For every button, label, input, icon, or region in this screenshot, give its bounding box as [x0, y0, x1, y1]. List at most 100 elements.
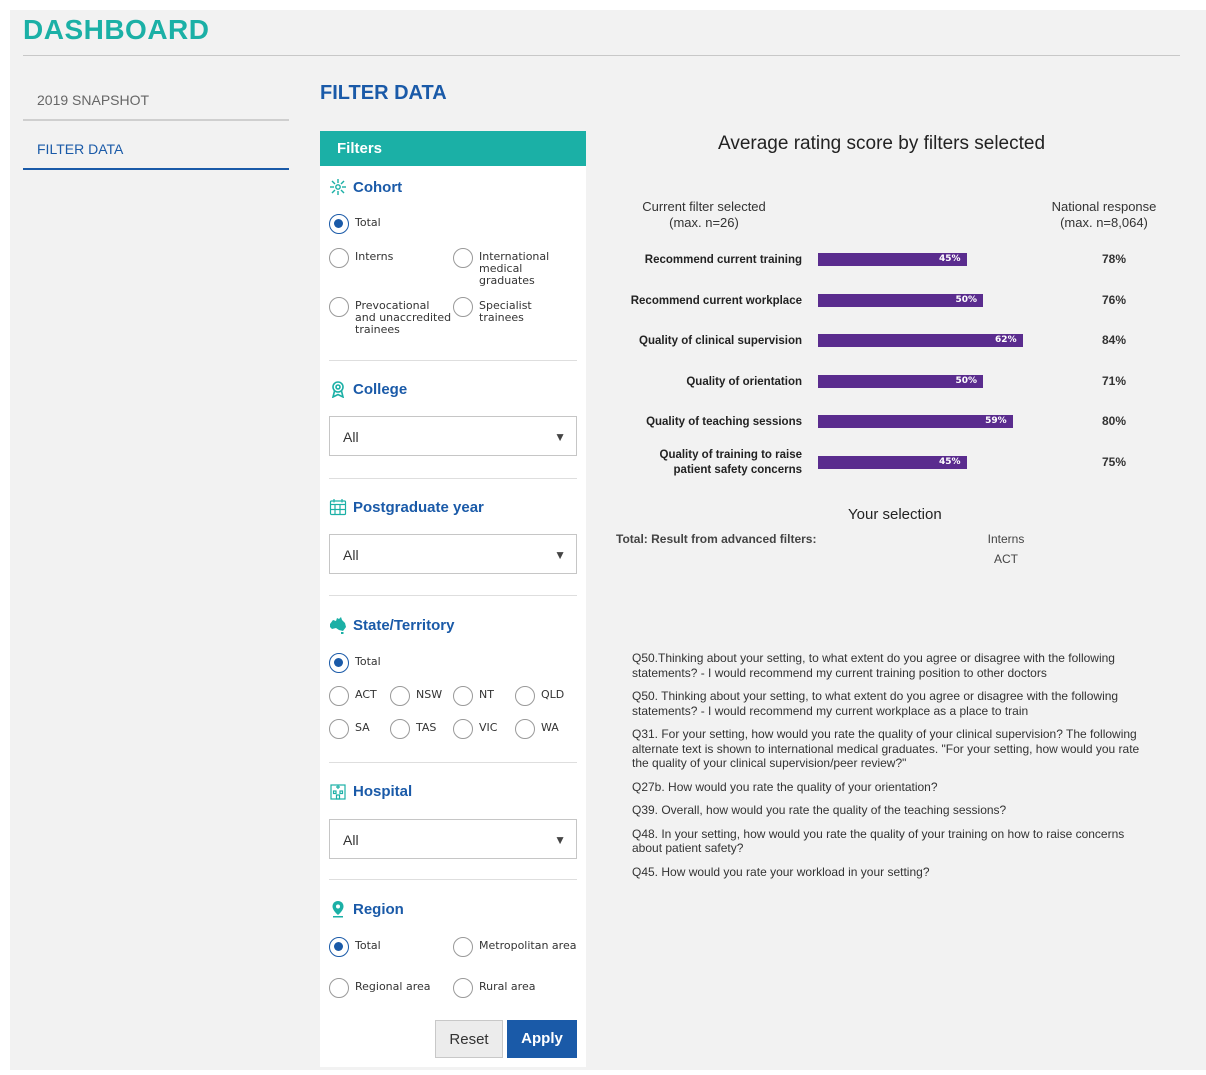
- chart-title: Average rating score by filters selected: [718, 133, 1046, 154]
- radio-label: Interns: [355, 250, 394, 263]
- selection-value-state: ACT: [994, 552, 1018, 566]
- cohort-icon: [330, 179, 346, 195]
- region-radio-regional[interactable]: Regional area: [329, 978, 430, 998]
- cohort-radio-interns[interactable]: Interns: [329, 248, 394, 268]
- selection-value-cohort: Interns: [987, 532, 1025, 546]
- bar-current-filter: 62%: [818, 334, 1023, 348]
- bar-current-filter: 45%: [818, 456, 967, 469]
- college-title-label: College: [353, 380, 408, 398]
- cohort-radio-img[interactable]: International medical graduates: [453, 248, 559, 287]
- region-radio-rural[interactable]: Rural area: [453, 978, 535, 998]
- state-radio-act[interactable]: ACT: [329, 686, 377, 706]
- state-radio-nsw[interactable]: NSW: [390, 686, 442, 706]
- hospital-icon: [330, 784, 346, 800]
- bar-category-label: Recommend current training: [644, 254, 802, 266]
- national-response-header-line1: National response: [1051, 199, 1157, 214]
- radio-label: VIC: [479, 721, 498, 734]
- bar-value-label: 62%: [995, 335, 1017, 346]
- current-filter-header-line1: Current filter selected: [642, 199, 766, 214]
- radio-label: Metropolitan area: [479, 939, 577, 952]
- bar-category-label: Quality of clinical supervision: [639, 335, 802, 348]
- nav-item-filter-data[interactable]: FILTER DATA: [23, 130, 289, 170]
- bar-value-label: 45%: [938, 254, 961, 264]
- state-radio-nt[interactable]: NT: [453, 686, 494, 706]
- radio-label: QLD: [541, 688, 565, 701]
- page-title: DASHBOARD: [23, 14, 210, 45]
- divider: [329, 595, 577, 596]
- bar-category-label: Quality of teaching sessions: [646, 416, 802, 429]
- bar-category-label: Recommend current workplace: [630, 294, 802, 307]
- reset-button[interactable]: Reset: [435, 1020, 503, 1058]
- radio-dot: [329, 978, 349, 998]
- radio-dot: [329, 719, 349, 739]
- cohort-title: Cohort: [329, 178, 402, 196]
- chevron-down-icon: ▼: [554, 833, 566, 847]
- postgraduate-year-title: Postgraduate year: [329, 498, 484, 516]
- region-title: Region: [329, 900, 404, 918]
- bar-category-label: Quality of training to raise patient saf…: [659, 449, 803, 476]
- radio-dot: [453, 297, 473, 317]
- radio-label: TAS: [416, 721, 437, 734]
- radio-dot: [329, 297, 349, 317]
- state-title: State/Territory: [329, 616, 454, 634]
- selection-label: Total: Result from advanced filters:: [616, 532, 817, 546]
- current-filter-header-line2: (max. n=26): [669, 215, 739, 230]
- national-value-label: 71%: [1102, 373, 1127, 388]
- college-select-value: All: [343, 429, 359, 445]
- state-radio-sa[interactable]: SA: [329, 719, 370, 739]
- postgraduate-year-title-label: Postgraduate year: [353, 498, 484, 516]
- radio-dot: [515, 686, 535, 706]
- bar-value-label: 50%: [955, 375, 977, 386]
- state-radio-wa[interactable]: WA: [515, 719, 559, 739]
- cohort-radio-specialist[interactable]: Specialist trainees: [453, 297, 549, 324]
- national-value-label: 84%: [1102, 333, 1127, 348]
- radio-dot: [453, 719, 473, 739]
- radio-dot: [329, 248, 349, 268]
- current-filter-header: Current filter selected (max. n=26): [622, 199, 786, 231]
- question-text: Q45. How would you rate your workload in…: [632, 864, 930, 879]
- location-pin-icon: [332, 901, 344, 918]
- question-text: Q31. For your setting, how would you rat…: [632, 727, 1140, 770]
- radio-label: ACT: [355, 688, 377, 701]
- radio-label: NT: [479, 688, 494, 701]
- region-title-label: Region: [353, 900, 404, 918]
- region-radio-metropolitan[interactable]: Metropolitan area: [453, 937, 577, 957]
- college-select[interactable]: All ▼: [329, 416, 577, 456]
- state-radio-tas[interactable]: TAS: [390, 719, 437, 739]
- question-text: Q27b. How would you rate the quality of …: [632, 779, 938, 794]
- radio-dot: [329, 214, 349, 234]
- radio-label: WA: [541, 721, 559, 734]
- bar-current-filter: 50%: [818, 293, 983, 307]
- state-radio-vic[interactable]: VIC: [453, 719, 498, 739]
- apply-button[interactable]: Apply: [507, 1020, 577, 1058]
- postgraduate-year-select-value: All: [343, 547, 359, 563]
- bar-value-label: 45%: [938, 457, 961, 467]
- calendar-icon: [329, 499, 347, 516]
- bar-current-filter: 59%: [818, 415, 1013, 429]
- question-text: Q48. In your setting, how would you rate…: [632, 826, 1125, 856]
- divider: [329, 360, 577, 361]
- state-radio-qld[interactable]: QLD: [515, 686, 565, 706]
- national-value-label: 78%: [1102, 252, 1127, 266]
- hospital-select[interactable]: All ▼: [329, 819, 577, 859]
- radio-label: Total: [355, 655, 381, 668]
- title-divider: [23, 55, 1180, 56]
- nav-item-2019-snapshot[interactable]: 2019 SNAPSHOT: [23, 81, 289, 121]
- section-title: FILTER DATA: [320, 82, 447, 104]
- divider: [329, 478, 577, 479]
- your-selection-title: Your selection: [848, 506, 942, 523]
- radio-dot: [515, 719, 535, 739]
- bar-current-filter: 50%: [818, 374, 983, 388]
- postgraduate-year-select[interactable]: All ▼: [329, 534, 577, 574]
- filters-header: Filters: [320, 131, 586, 166]
- region-radio-total[interactable]: Total: [329, 937, 381, 957]
- radio-label: Total: [355, 939, 381, 952]
- cohort-radio-total[interactable]: Total: [329, 214, 381, 234]
- hospital-title-label: Hospital: [353, 782, 413, 800]
- college-title: College: [329, 380, 407, 398]
- bar-value-label: 50%: [955, 294, 977, 305]
- chevron-down-icon: ▼: [554, 548, 566, 562]
- cohort-radio-prevocational[interactable]: Prevocational and unaccredited trainees: [329, 297, 453, 336]
- national-value-label: 80%: [1102, 414, 1127, 429]
- state-radio-total[interactable]: Total: [329, 653, 381, 673]
